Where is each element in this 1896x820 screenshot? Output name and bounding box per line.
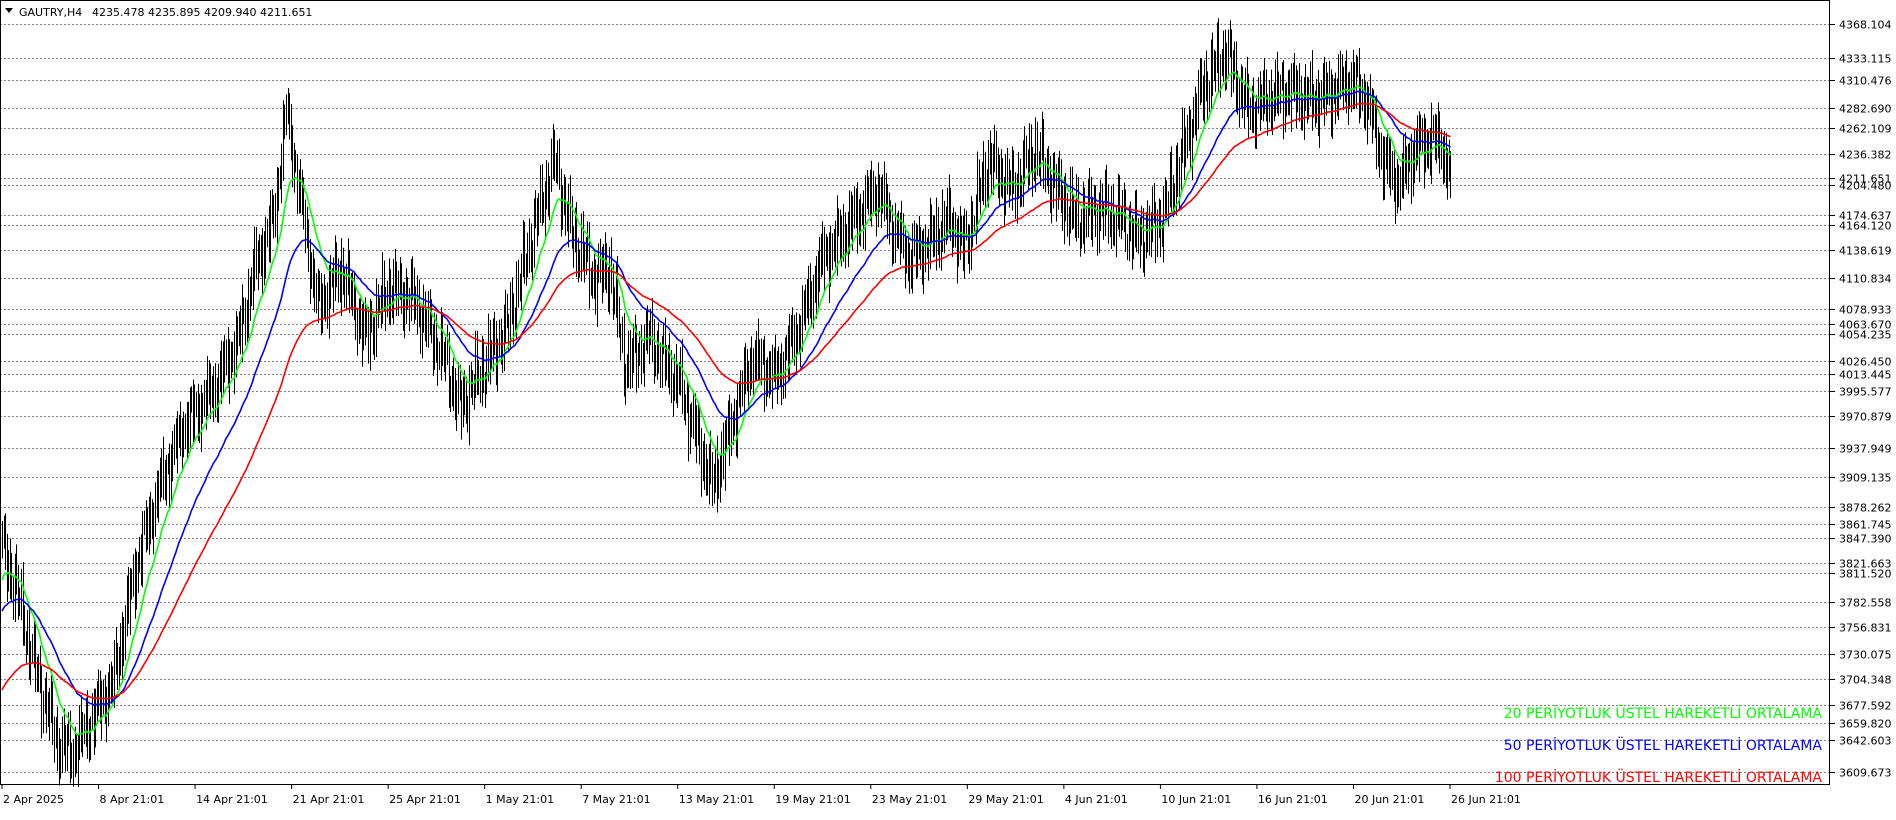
time-label: 14 Apr 21:01: [196, 793, 268, 806]
time-label: 8 Apr 21:01: [100, 793, 165, 806]
symbol-label: GAUTRY,H4: [19, 6, 82, 19]
price-label: 4013.445: [1839, 369, 1892, 382]
price-label: 3811.520: [1839, 568, 1892, 581]
price-label: 3677.592: [1839, 700, 1892, 713]
time-label: 19 May 21:01: [775, 793, 850, 806]
legend-ema-20: 20 PERİYOTLUK ÜSTEL HAREKETLİ ORTALAMA: [1504, 704, 1823, 722]
price-label: 3878.262: [1839, 502, 1892, 515]
time-label: 16 Jun 21:01: [1258, 793, 1328, 806]
price-label: 3756.831: [1839, 622, 1892, 635]
price-label: 4138.619: [1839, 245, 1892, 258]
legend-ema-50: 50 PERİYOTLUK ÜSTEL HAREKETLİ ORTALAMA: [1504, 736, 1823, 754]
price-label: 4204.480: [1839, 180, 1892, 193]
price-label: 4282.690: [1839, 103, 1892, 116]
price-label: 4333.115: [1839, 53, 1892, 66]
price-label: 3861.745: [1839, 519, 1892, 532]
price-label: 4078.933: [1839, 304, 1892, 317]
price-label: 4164.120: [1839, 220, 1892, 233]
legend-ema-100: 100 PERİYOTLUK ÜSTEL HAREKETLİ ORTALAMA: [1495, 768, 1823, 786]
price-label: 3642.603: [1839, 735, 1892, 748]
time-label: 29 May 21:01: [968, 793, 1043, 806]
price-label: 3609.673: [1839, 767, 1892, 780]
price-label: 3730.075: [1839, 649, 1892, 662]
time-label: 10 Jun 21:01: [1161, 793, 1231, 806]
price-label: 3937.949: [1839, 443, 1892, 456]
price-label: 3909.135: [1839, 472, 1892, 485]
header: GAUTRY,H4 4235.478 4235.895 4209.940 421…: [5, 6, 312, 19]
price-label: 4110.834: [1839, 273, 1892, 286]
time-label: 13 May 21:01: [679, 793, 754, 806]
time-label: 7 May 21:01: [582, 793, 650, 806]
ohlc-values: 4235.478 4235.895 4209.940 4211.651: [92, 6, 312, 19]
price-label: 4054.235: [1839, 329, 1892, 342]
price-label: 4262.109: [1839, 123, 1892, 136]
price-chart[interactable]: 4368.104 4333.115 4310.476 4282.690 4262.109…: [0, 0, 1896, 820]
time-label: 20 Jun 21:01: [1354, 793, 1424, 806]
legend: 20 PERİYOTLUK ÜSTEL HAREKETLİ ORTALAMA 50…: [1495, 704, 1823, 786]
price-label: 3970.879: [1839, 411, 1892, 424]
price-label: 3995.577: [1839, 386, 1892, 399]
price-label: 3704.348: [1839, 674, 1892, 687]
price-label: 3847.390: [1839, 533, 1892, 546]
price-label: 4026.450: [1839, 356, 1892, 369]
time-label: 4 Jun 21:01: [1065, 793, 1128, 806]
price-label: 4368.104: [1839, 19, 1892, 32]
price-label: 3782.558: [1839, 597, 1892, 610]
time-label: 26 Jun 21:01: [1451, 793, 1521, 806]
time-label: 23 May 21:01: [872, 793, 947, 806]
price-label: 4310.476: [1839, 75, 1892, 88]
price-label: 3659.820: [1839, 718, 1892, 731]
price-label: 4236.382: [1839, 149, 1892, 162]
time-label: 25 Apr 21:01: [389, 793, 461, 806]
time-label: 21 Apr 21:01: [293, 793, 365, 806]
time-label: 1 May 21:01: [486, 793, 554, 806]
time-label: 2 Apr 2025: [3, 793, 64, 806]
